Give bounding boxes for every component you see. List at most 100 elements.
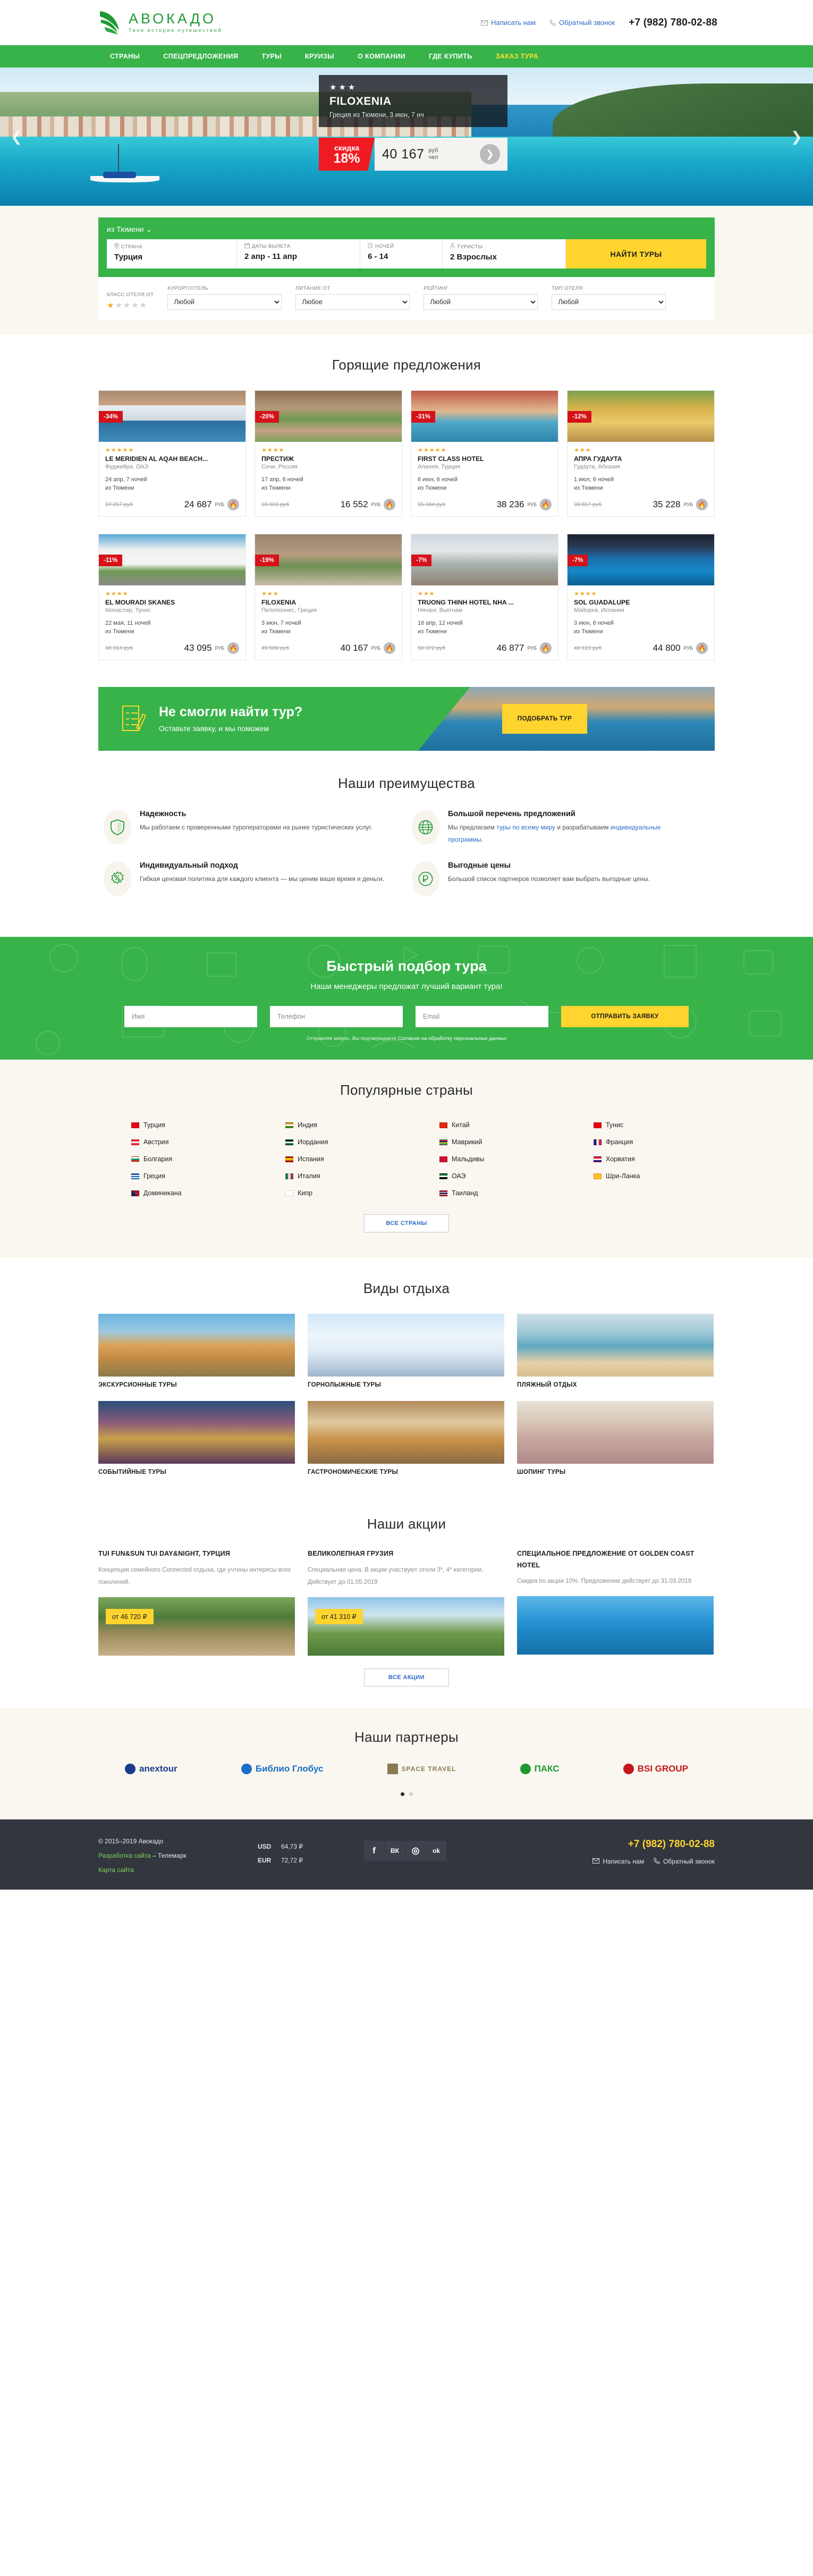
footer-developer-link[interactable]: Разработка сайта – Телемарк <box>98 1852 258 1859</box>
country-link-8[interactable]: Болгария <box>98 1151 252 1168</box>
nav-item-6[interactable]: ЗАКАЗ ТУРА <box>484 53 551 60</box>
partner-logo-2[interactable]: SPACE TRAVEL <box>387 1763 456 1774</box>
all-countries-button[interactable]: ВСЕ СТРАНЫ <box>364 1214 449 1233</box>
site-logo[interactable]: АВОКАДО Твоя история путешествий <box>96 9 222 37</box>
promo-card-2[interactable]: СПЕЦИАЛЬНОЕ ПРЕДЛОЖЕНИЕ ОТ GOLDEN COAST … <box>517 1548 714 1655</box>
nav-item-5[interactable]: ГДЕ КУПИТЬ <box>417 53 484 60</box>
offer-card[interactable]: -7% ★★★★ SOL GUADALUPE Майорка, Испания 3 ию… <box>567 533 715 660</box>
find-tours-button[interactable]: НАЙТИ ТУРЫ <box>566 239 706 268</box>
consent-policy-link[interactable]: Согласие на обработку персональных данны… <box>398 1036 506 1042</box>
nav-item-1[interactable]: СПЕЦПРЕДЛОЖЕНИЯ <box>151 53 250 60</box>
country-link-14[interactable]: ОАЭ <box>406 1168 561 1185</box>
promo-card-0[interactable]: TUI FUN&SUN TUI DAY&NIGHT, ТУРЦИЯ Концепц… <box>98 1548 295 1656</box>
country-link-3[interactable]: Тунис <box>561 1117 715 1134</box>
search-filter-4: ТИП ОТЕЛЯ Любой <box>552 286 666 310</box>
search-filter-select-2[interactable]: Любое <box>295 294 410 310</box>
write-us-link[interactable]: Написать нам <box>480 19 536 27</box>
country-link-18[interactable]: Таиланд <box>406 1185 561 1202</box>
country-link-11[interactable]: Хорватия <box>561 1151 715 1168</box>
nav-item-3[interactable]: КРУИЗЫ <box>293 53 346 60</box>
offer-star-rating: ★★★★★ <box>418 447 447 454</box>
nav-item-0[interactable]: СТРАНЫ <box>98 53 151 60</box>
country-link-13[interactable]: Италия <box>252 1168 406 1185</box>
vacation-type-card-2[interactable]: ПЛЯЖНЫЙ ОТДЫХ <box>517 1314 714 1388</box>
hotel-class-star-picker[interactable]: ★★★★★ <box>107 300 154 310</box>
hero-prev-arrow[interactable]: ❮ <box>7 128 26 146</box>
country-link-2[interactable]: Китай <box>406 1117 561 1134</box>
departure-city-selector[interactable]: из Тюмени ⌄ <box>107 225 706 234</box>
odnoklassniki-icon[interactable]: ok <box>426 1840 446 1861</box>
phone-input[interactable] <box>270 1006 403 1028</box>
vacation-type-card-4[interactable]: ГАСТРОНОМИЧЕСКИЕ ТУРЫ <box>308 1401 504 1475</box>
search-field-3[interactable]: ТУРИСТЫ 2 Взрослых <box>443 239 566 268</box>
search-field-1[interactable]: ДАТЫ ВЫЛЕТА 2 апр - 11 апр <box>237 239 360 268</box>
vk-icon[interactable]: ВК <box>385 1840 405 1861</box>
country-link-15[interactable]: Шри-Ланка <box>561 1168 715 1185</box>
country-link-0[interactable]: Турция <box>98 1117 252 1134</box>
name-input[interactable] <box>124 1006 257 1028</box>
submit-request-button[interactable]: ОТПРАВИТЬ ЗАЯВКУ <box>561 1006 689 1028</box>
offer-new-price: 40 167 <box>340 642 368 653</box>
hero-price-unit-bottom: чел <box>428 154 438 161</box>
offer-card[interactable]: -11% ★★★★ EL MOURADI SKANES Монастир, Тунис… <box>98 533 246 660</box>
cta-banner[interactable]: Не смогли найти тур? Оставьте заявку, и … <box>98 686 715 751</box>
country-link-6[interactable]: Маврикий <box>406 1134 561 1151</box>
promo-heading-0: TUI FUN&SUN TUI DAY&NIGHT, ТУРЦИЯ <box>98 1550 230 1558</box>
offer-card[interactable]: -7% ★★★ TRUONG THINH HOTEL NHA ... Нячанг, … <box>411 533 558 660</box>
hero-offer-card[interactable]: ★★★ FILOXENIA Греция из Тюмени, 3 июн, 7… <box>319 75 507 171</box>
promo-card-1[interactable]: ВЕЛИКОЛЕПНАЯ ГРУЗИЯ Специальная цена. В а… <box>308 1548 504 1656</box>
advantage-link-1[interactable]: туры по всему миру <box>496 824 555 831</box>
footer-phone[interactable]: +7 (982) 780-02-88 <box>628 1839 715 1850</box>
search-field-2[interactable]: НОЧЕЙ 6 - 14 <box>360 239 443 268</box>
search-field-value-2: 6 - 14 <box>368 252 388 261</box>
country-link-10[interactable]: Мальдивы <box>406 1151 561 1168</box>
instagram-icon[interactable]: ◎ <box>405 1840 426 1861</box>
callback-link[interactable]: Обратный звонок <box>549 19 615 27</box>
country-link-16[interactable]: Доминикана <box>98 1185 252 1202</box>
country-link-4[interactable]: Австрия <box>98 1134 252 1151</box>
offer-card[interactable]: -12% ★★★ АПРА ГУДАУТА Гудаута, Абхазия 1 июл… <box>567 390 715 517</box>
carousel-dot-0[interactable] <box>400 1792 404 1796</box>
hero-next-arrow[interactable]: ❯ <box>787 128 806 146</box>
country-link-5[interactable]: Иордания <box>252 1134 406 1151</box>
partner-logo-0[interactable]: anextour <box>125 1763 177 1774</box>
tour-search-section: из Тюмени ⌄ СТРАНА Турция ДАТЫ ВЫЛЕТА 2 апр… <box>0 206 813 334</box>
offer-old-price-currency: руб <box>278 644 290 651</box>
currency-rate-1: EUR 72,72 ₽ <box>258 1857 364 1864</box>
facebook-icon[interactable]: f <box>364 1840 384 1861</box>
partner-logo-4[interactable]: BSI GROUP <box>623 1763 688 1774</box>
vacation-type-card-3[interactable]: СОБЫТИЙНЫЕ ТУРЫ <box>98 1401 295 1475</box>
country-link-9[interactable]: Испания <box>252 1151 406 1168</box>
partner-logo-1[interactable]: Библио Глобус <box>241 1763 324 1774</box>
all-promotions-button[interactable]: ВСЕ АКЦИИ <box>364 1668 449 1686</box>
nav-item-4[interactable]: О КОМПАНИИ <box>346 53 417 60</box>
country-link-17[interactable]: Кипр <box>252 1185 406 1202</box>
promo-image-wrap-2 <box>517 1596 714 1655</box>
vacation-type-card-0[interactable]: ЭКСКУРСИОННЫЕ ТУРЫ <box>98 1314 295 1388</box>
offer-card[interactable]: -19% ★★★ FILOXENIA Пелопоннес, Греция 3 июн,… <box>255 533 402 660</box>
partner-logo-3[interactable]: ПАКС <box>520 1763 560 1774</box>
search-field-label-1: ДАТЫ ВЫЛЕТА <box>244 243 352 250</box>
offer-card[interactable]: -31% ★★★★★ FIRST CLASS HOTEL Алания, Турция… <box>411 390 558 517</box>
search-filter-select-3[interactable]: Любой <box>424 294 538 310</box>
country-link-1[interactable]: Индия <box>252 1117 406 1134</box>
footer-write-us-link[interactable]: Написать нам <box>592 1858 644 1866</box>
nav-item-2[interactable]: ТУРЫ <box>250 53 293 60</box>
offer-location: Сочи, Россия <box>261 464 298 470</box>
offer-card[interactable]: -34% ★★★★★ LE MERIDIEN AL AQAH BEACH... Фуд… <box>98 390 246 517</box>
footer-callback-link[interactable]: Обратный звонок <box>654 1858 715 1866</box>
vacation-type-card-1[interactable]: ГОРНОЛЫЖНЫЕ ТУРЫ <box>308 1314 504 1388</box>
email-input[interactable] <box>416 1006 548 1028</box>
offer-card[interactable]: -20% ★★★★ ПРЕСТИЖ Сочи, Россия 17 апр, 6 ноч… <box>255 390 402 517</box>
carousel-dot-1[interactable] <box>409 1792 413 1796</box>
country-link-7[interactable]: Франция <box>561 1134 715 1151</box>
country-link-12[interactable]: Греция <box>98 1168 252 1185</box>
header-phone[interactable]: +7 (982) 780-02-88 <box>629 17 717 29</box>
vacation-type-card-5[interactable]: ШОПИНГ ТУРЫ <box>517 1401 714 1475</box>
hero-offer-go-button[interactable]: ❯ <box>480 144 500 164</box>
cta-select-tour-button[interactable]: ПОДОБРАТЬ ТУР <box>502 703 587 734</box>
search-filter-select-4[interactable]: Любой <box>552 294 666 310</box>
footer-sitemap-link[interactable]: Карта сайта <box>98 1866 258 1874</box>
search-field-0[interactable]: СТРАНА Турция <box>107 239 237 268</box>
search-filter-select-1[interactable]: Любой <box>167 294 282 310</box>
